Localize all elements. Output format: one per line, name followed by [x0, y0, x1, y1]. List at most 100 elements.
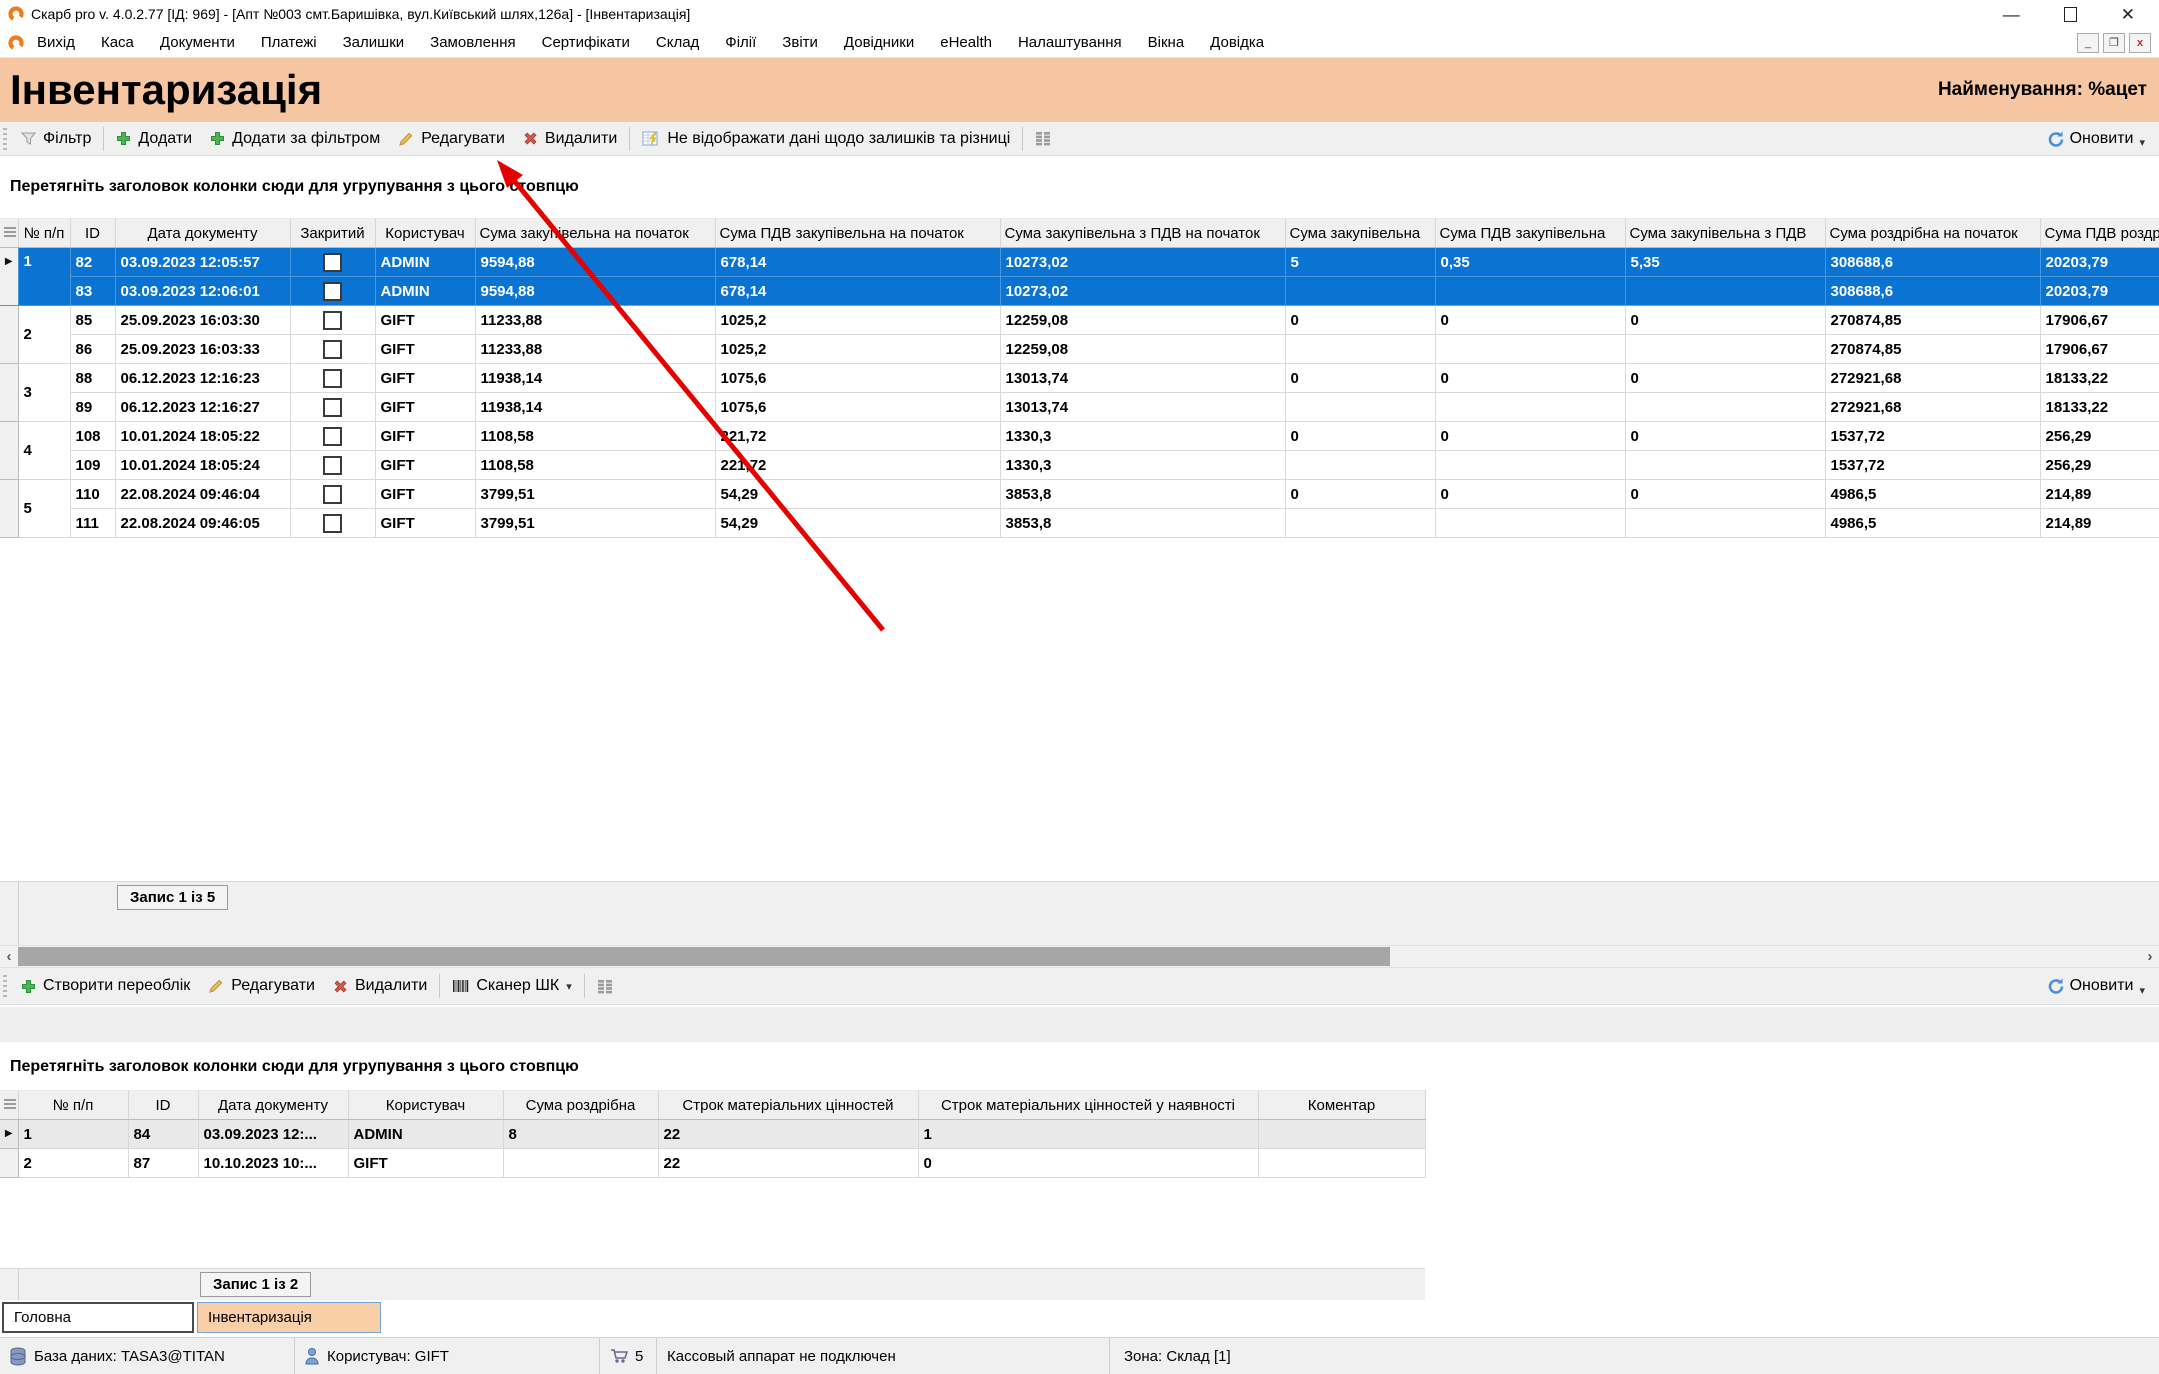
closed-checkbox[interactable]: [323, 253, 342, 272]
cell: 0: [1625, 306, 1825, 335]
menu-item-14[interactable]: Вікна: [1135, 34, 1198, 51]
horizontal-scrollbar[interactable]: ‹ ›: [0, 945, 2159, 968]
edit-button[interactable]: Редагувати: [389, 122, 514, 155]
table-row[interactable]: ▶18203.09.2023 12:05:57ADMIN9594,88678,1…: [0, 248, 2159, 277]
tab-home[interactable]: Головна: [2, 1302, 194, 1333]
column-header[interactable]: Сума ПДВ роздр: [2040, 219, 2159, 248]
column-header[interactable]: Дата документу: [115, 219, 290, 248]
table-row[interactable]: 410810.01.2024 18:05:22GIFT1108,58221,72…: [0, 422, 2159, 451]
status-counter-value: 5: [635, 1348, 643, 1365]
delete-detail-button[interactable]: Видалити: [324, 968, 436, 1004]
closed-checkbox[interactable]: [323, 514, 342, 533]
menu-item-12[interactable]: eHealth: [927, 34, 1005, 51]
chevron-down-icon[interactable]: ▾: [566, 980, 572, 993]
closed-checkbox[interactable]: [323, 282, 342, 301]
barcode-scanner-button[interactable]: Сканер ШК ▾: [443, 968, 580, 1004]
menu-item-1[interactable]: Вихід: [24, 34, 88, 51]
refresh-button[interactable]: Оновити ▾: [2046, 128, 2159, 149]
columns-button[interactable]: [1026, 122, 1060, 155]
toolbar-grip[interactable]: [3, 975, 7, 997]
refresh-detail-button[interactable]: Оновити ▾: [2046, 976, 2159, 997]
chevron-down-icon[interactable]: ▾: [2139, 984, 2145, 997]
column-header[interactable]: Сума закупівельна з ПДВ: [1625, 219, 1825, 248]
column-header[interactable]: Користувач: [375, 219, 475, 248]
column-header[interactable]: Сума ПДВ закупівельна на початок: [715, 219, 1000, 248]
cell: 22.08.2024 09:46:04: [115, 480, 290, 509]
menu-item-3[interactable]: Документи: [147, 34, 248, 51]
closed-checkbox[interactable]: [323, 398, 342, 417]
menu-item-9[interactable]: Філії: [712, 34, 769, 51]
table-row[interactable]: 11122.08.2024 09:46:05GIFT3799,5154,2938…: [0, 509, 2159, 538]
table-row[interactable]: 8906.12.2023 12:16:27GIFT11938,141075,61…: [0, 393, 2159, 422]
mdi-minimize-button[interactable]: _: [2077, 33, 2099, 53]
menu-item-15[interactable]: Довідка: [1197, 34, 1277, 51]
closed-checkbox[interactable]: [323, 485, 342, 504]
column-header[interactable]: Закритий: [290, 219, 375, 248]
delete-button[interactable]: Видалити: [514, 122, 626, 155]
scroll-left-arrow-icon[interactable]: ‹: [0, 946, 18, 967]
scroll-right-arrow-icon[interactable]: ›: [2141, 946, 2159, 967]
table-row[interactable]: 38806.12.2023 12:16:23GIFT11938,141075,6…: [0, 364, 2159, 393]
tab-inventory[interactable]: Інвентаризація: [197, 1302, 381, 1333]
table-row[interactable]: 10910.01.2024 18:05:24GIFT1108,58221,721…: [0, 451, 2159, 480]
cell: 270874,85: [1825, 335, 2040, 364]
closed-checkbox[interactable]: [323, 340, 342, 359]
column-header[interactable]: Сума роздрібна: [503, 1091, 658, 1120]
column-header[interactable]: ID: [70, 219, 115, 248]
menu-item-5[interactable]: Залишки: [330, 34, 418, 51]
menu-item-2[interactable]: Каса: [88, 34, 147, 51]
row-indicator: [0, 1149, 18, 1178]
closed-checkbox[interactable]: [323, 369, 342, 388]
column-header[interactable]: № п/п: [18, 219, 70, 248]
column-header[interactable]: № п/п: [18, 1091, 128, 1120]
column-header[interactable]: ID: [128, 1091, 198, 1120]
mdi-close-button[interactable]: x: [2129, 33, 2151, 53]
column-header[interactable]: Сума закупівельна на початок: [475, 219, 715, 248]
add-by-filter-button[interactable]: Додати за фільтром: [201, 122, 389, 155]
column-header[interactable]: Сума закупівельна з ПДВ на початок: [1000, 219, 1285, 248]
filter-button[interactable]: Фільтр: [12, 122, 100, 155]
toolbar-grip[interactable]: [3, 128, 7, 150]
table-row[interactable]: ▶18403.09.2023 12:...ADMIN8221: [0, 1120, 1425, 1149]
menu-item-10[interactable]: Звіти: [769, 34, 831, 51]
mdi-restore-button[interactable]: ❐: [2103, 33, 2125, 53]
table-properties-button[interactable]: [0, 1091, 18, 1120]
table-row[interactable]: 511022.08.2024 09:46:04GIFT3799,5154,293…: [0, 480, 2159, 509]
menu-item-11[interactable]: Довідники: [831, 34, 927, 51]
cell: [290, 509, 375, 538]
menu-item-6[interactable]: Замовлення: [417, 34, 528, 51]
column-header[interactable]: Сума ПДВ закупівельна: [1435, 219, 1625, 248]
table-row[interactable]: 28525.09.2023 16:03:30GIFT11233,881025,2…: [0, 306, 2159, 335]
menu-item-4[interactable]: Платежі: [248, 34, 330, 51]
recount-table[interactable]: № п/пIDДата документуКористувачСума розд…: [0, 1090, 1426, 1178]
menu-item-7[interactable]: Сертифікати: [529, 34, 643, 51]
close-button[interactable]: ✕: [2121, 6, 2135, 23]
table-properties-button[interactable]: [0, 219, 18, 248]
table-row[interactable]: 8303.09.2023 12:06:01ADMIN9594,88678,141…: [0, 277, 2159, 306]
add-button[interactable]: Додати: [107, 122, 201, 155]
column-header[interactable]: Сума роздрібна на початок: [1825, 219, 2040, 248]
minimize-button[interactable]: —: [2003, 6, 2020, 23]
table-row[interactable]: 8625.09.2023 16:03:33GIFT11233,881025,21…: [0, 335, 2159, 364]
cell: 17906,67: [2040, 306, 2159, 335]
toggle-balances-button[interactable]: Не відображати дані щодо залишків та різ…: [633, 122, 1019, 155]
scrollbar-thumb[interactable]: [18, 947, 1390, 966]
table-row[interactable]: 28710.10.2023 10:...GIFT220: [0, 1149, 1425, 1178]
closed-checkbox[interactable]: [323, 311, 342, 330]
column-header[interactable]: Строк матеріальних цінностей у наявності: [918, 1091, 1258, 1120]
column-header[interactable]: Дата документу: [198, 1091, 348, 1120]
chevron-down-icon[interactable]: ▾: [2139, 136, 2145, 149]
restore-button[interactable]: [2064, 7, 2077, 22]
create-recount-button[interactable]: Створити переоблік: [12, 968, 199, 1004]
closed-checkbox[interactable]: [323, 456, 342, 475]
inventory-table[interactable]: № п/пIDДата документуЗакритийКористувачС…: [0, 218, 2159, 538]
menu-item-8[interactable]: Склад: [643, 34, 712, 51]
column-header[interactable]: Строк матеріальних цінностей: [658, 1091, 918, 1120]
edit-detail-button[interactable]: Редагувати: [199, 968, 324, 1004]
closed-checkbox[interactable]: [323, 427, 342, 446]
column-header[interactable]: Сума закупівельна: [1285, 219, 1435, 248]
columns-button-detail[interactable]: [588, 968, 622, 1004]
column-header[interactable]: Коментар: [1258, 1091, 1425, 1120]
menu-item-13[interactable]: Налаштування: [1005, 34, 1135, 51]
column-header[interactable]: Користувач: [348, 1091, 503, 1120]
